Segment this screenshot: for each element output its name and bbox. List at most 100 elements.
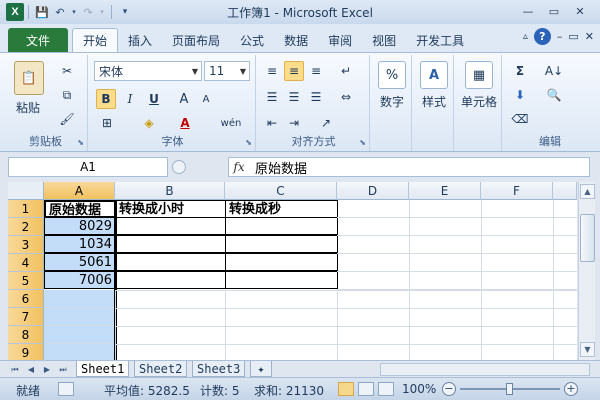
maximize-icon[interactable]: ▭ [541,2,567,20]
tab-insert[interactable]: 插入 [118,28,162,52]
insert-function-icon[interactable]: fx [228,157,250,177]
cut-icon[interactable]: ✂ [56,61,78,81]
autosum-icon[interactable]: Σ [508,61,532,81]
cell-c2[interactable] [225,217,338,235]
save-icon[interactable]: 💾 [33,3,51,21]
shrink-font-button[interactable]: A [196,89,216,109]
worksheet-grid[interactable]: A B C D E F 1 2 3 4 5 6 7 8 9 原始数据 8029 … [8,182,577,360]
page-break-view-icon[interactable] [378,382,394,396]
macro-record-icon[interactable] [58,382,74,396]
row-header-5[interactable]: 5 [8,272,44,290]
align-center-icon[interactable]: ☰ [284,87,304,107]
select-all-corner[interactable] [8,182,44,200]
formula-input[interactable]: 原始数据 [228,157,590,177]
cell-b5[interactable] [115,271,226,289]
bold-button[interactable]: B [96,89,116,109]
tab-developer[interactable]: 开发工具 [406,28,474,52]
decrease-indent-icon[interactable]: ⇤ [262,113,282,133]
merge-center-icon[interactable]: ⇔ [334,87,358,107]
font-launcher-icon[interactable]: ⬊ [245,138,252,147]
format-painter-icon[interactable]: 🖌 [56,109,78,129]
font-size-combo[interactable]: 11 ▼ [204,61,250,81]
tab-home[interactable]: 开始 [72,28,119,52]
last-sheet-icon[interactable]: ⏭ [56,363,70,376]
excel-app-icon[interactable]: X [6,3,24,21]
styles-icon[interactable]: A [420,61,448,89]
cell-a3[interactable]: 1034 [44,235,116,253]
sheet-tab-sheet2[interactable]: Sheet2 [134,361,188,377]
next-sheet-icon[interactable]: ▶ [40,363,54,376]
find-select-icon[interactable]: 🔍 [540,85,568,105]
vertical-scrollbar[interactable]: ▲ ▼ [578,182,595,360]
prev-sheet-icon[interactable]: ◀ [24,363,38,376]
zoom-slider-thumb[interactable] [506,383,513,395]
column-header-d[interactable]: D [337,182,409,200]
paste-button[interactable]: 粘贴 [8,99,48,116]
cell-b3[interactable] [115,235,226,253]
redo-icon[interactable]: ↷ [79,3,97,21]
tab-view[interactable]: 视图 [362,28,406,52]
cell-b1[interactable]: 转换成小时 [115,200,226,218]
cell-b2[interactable] [115,217,226,235]
help-icon[interactable]: ? [533,28,551,45]
column-header-b[interactable]: B [115,182,225,200]
column-header-e[interactable]: E [409,182,481,200]
cell-a5[interactable]: 7006 [44,271,116,289]
row-header-6[interactable]: 6 [8,290,44,308]
zoom-in-icon[interactable]: + [564,382,578,396]
underline-button[interactable]: U [144,89,164,109]
cell-c5[interactable] [225,271,338,289]
row-header-8[interactable]: 8 [8,326,44,344]
copy-icon[interactable]: ⧉ [56,85,78,105]
increase-indent-icon[interactable]: ⇥ [284,113,304,133]
cell-a8[interactable] [44,326,115,344]
italic-button[interactable]: I [120,89,140,109]
name-box[interactable]: A1 [8,157,168,177]
border-icon[interactable]: ⊞ [96,113,118,133]
font-name-combo[interactable]: 宋体 ▼ [94,61,202,81]
column-header-a[interactable]: A [44,182,115,200]
sort-filter-icon[interactable]: A↓ [540,61,568,81]
sheet-tab-sheet3[interactable]: Sheet3 [192,361,246,377]
column-header-f[interactable]: F [481,182,553,200]
insert-sheet-icon[interactable]: ✦ [250,361,272,377]
alignment-launcher-icon[interactable]: ⬊ [359,138,366,147]
number-button[interactable]: 数字 [372,93,412,110]
align-middle-icon[interactable]: ≡ [284,61,304,81]
tab-file[interactable]: 文件 [8,28,68,52]
cell-a7[interactable] [44,308,115,326]
row-header-3[interactable]: 3 [8,236,44,254]
cell-a2[interactable]: 8029 [44,217,116,235]
wrap-text-icon[interactable]: ↵ [334,61,358,81]
sheet-tab-sheet1[interactable]: Sheet1 [76,361,130,377]
cell-a9[interactable] [44,344,115,360]
window-close-icon[interactable]: ✕ [585,30,594,43]
cell-a6[interactable] [44,290,115,308]
ribbon-minimize-icon[interactable]: ▵ [523,31,528,42]
cell-b4[interactable] [115,253,226,271]
cell-c3[interactable] [225,235,338,253]
close-icon[interactable]: ✕ [567,2,593,20]
cell-c4[interactable] [225,253,338,271]
page-layout-view-icon[interactable] [358,382,374,396]
phonetic-icon[interactable]: wén [216,113,246,133]
fill-icon[interactable]: ⬇ [508,85,532,105]
empty-grid-area[interactable] [115,290,577,360]
align-top-icon[interactable]: ≡ [262,61,282,81]
dropdown-icon[interactable]: ▾ [97,3,107,21]
cell-a4[interactable]: 5061 [44,253,116,271]
grow-font-button[interactable]: A [174,89,194,109]
normal-view-icon[interactable] [338,382,354,396]
formula-bar-toggle-icon[interactable] [172,160,186,174]
scroll-up-icon[interactable]: ▲ [580,184,595,199]
customize-qat-icon[interactable]: ▾ [116,3,134,21]
align-right-icon[interactable]: ☰ [306,87,326,107]
orientation-icon[interactable]: ↗ [314,113,338,133]
tab-formulas[interactable]: 公式 [230,28,274,52]
minimize-icon[interactable]: — [515,2,541,20]
window-minimize-icon[interactable]: – [557,30,563,43]
fill-color-icon[interactable]: ◈ [138,113,160,133]
cell-a1[interactable]: 原始数据 [44,200,116,218]
zoom-level[interactable]: 100% [402,382,436,396]
clear-icon[interactable]: ⌫ [508,109,532,129]
